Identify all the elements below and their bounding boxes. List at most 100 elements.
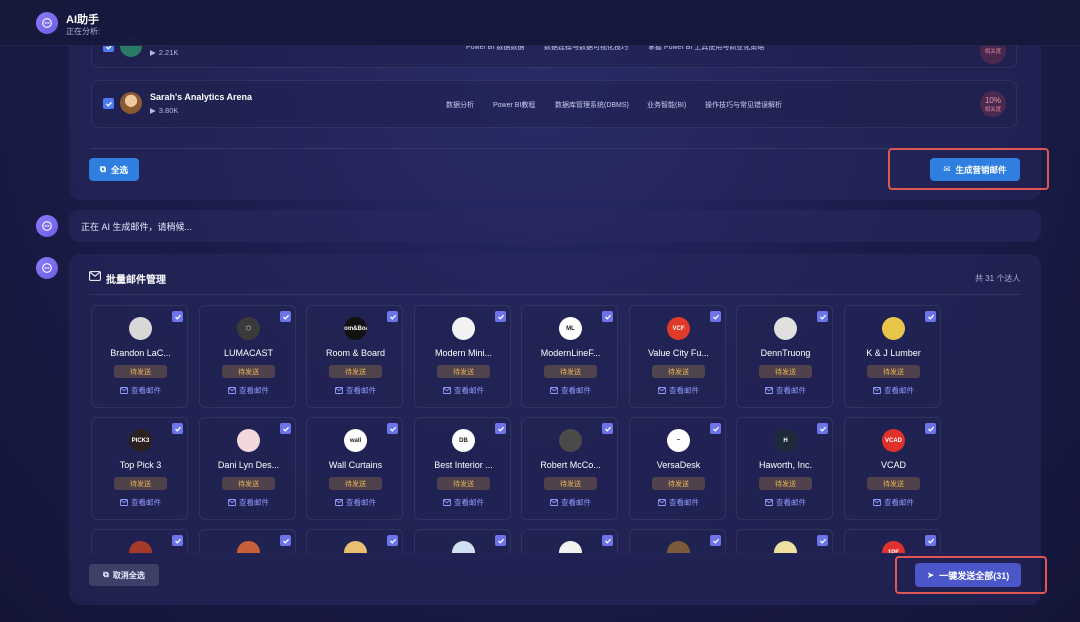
view-email-link[interactable]: 查看邮件 xyxy=(311,497,400,508)
card-checkbox[interactable] xyxy=(495,423,506,434)
card-checkbox[interactable] xyxy=(817,535,828,546)
creator-name: VersaDesk xyxy=(656,460,701,470)
card-checkbox[interactable] xyxy=(925,535,936,546)
email-card[interactable]: H Haworth, Inc. 待发送 查看邮件 xyxy=(736,417,833,520)
assistant-avatar-icon xyxy=(36,215,58,237)
email-card[interactable]: ~ VersaDesk 待发送 查看邮件 xyxy=(629,417,726,520)
status-badge: 待发送 xyxy=(759,365,812,378)
email-card[interactable]: VCAD VCAD 待发送 查看邮件 xyxy=(844,417,941,520)
card-checkbox[interactable] xyxy=(280,423,291,434)
card-checkbox[interactable] xyxy=(495,311,506,322)
relevance-score: 10% 相关度 xyxy=(980,91,1006,117)
email-card[interactable]: Robert McCo... 待发送 查看邮件 xyxy=(521,417,618,520)
email-card[interactable] xyxy=(629,529,726,553)
email-card[interactable]: DennTruong 待发送 查看邮件 xyxy=(736,305,833,408)
view-email-link[interactable]: 查看邮件 xyxy=(849,497,938,508)
view-email-link[interactable]: 查看邮件 xyxy=(526,385,615,396)
copy-icon: ⧉ xyxy=(99,164,107,174)
creator-name: Sarah's Analytics Arena xyxy=(150,92,253,102)
status-badge: 待发送 xyxy=(222,365,275,378)
email-card[interactable]: K & J Lumber 待发送查看邮件 xyxy=(844,305,941,408)
mail-icon xyxy=(443,387,451,394)
email-card[interactable] xyxy=(199,529,296,553)
card-checkbox[interactable] xyxy=(172,423,183,434)
deselect-all-button[interactable]: ⧉ 取消全选 xyxy=(89,564,159,586)
creator-name: K & J Lumber xyxy=(866,348,921,358)
view-email-link[interactable]: 查看邮件 xyxy=(204,385,293,396)
view-email-link[interactable]: 查看邮件 xyxy=(741,385,830,396)
select-all-button[interactable]: ⧉ 全选 xyxy=(89,158,139,181)
view-email-link[interactable]: 查看邮件 xyxy=(419,497,508,508)
view-email-link[interactable]: 查看邮件 xyxy=(204,497,293,508)
email-card[interactable]: DB Best Interior ... 待发送 查看邮件 xyxy=(414,417,511,520)
creator-logo xyxy=(452,541,475,553)
creator-name: ModernLineF... xyxy=(540,348,601,358)
creator-checkbox[interactable] xyxy=(103,98,114,109)
status-badge: 待发送 xyxy=(867,365,920,378)
email-card[interactable]: Dani Lyn Des... 待发送 查看邮件 xyxy=(199,417,296,520)
creator-logo xyxy=(882,317,905,340)
email-card-grid: Brandon LaC...待发送查看邮件⬡LUMACAST待发送查看邮件Roo… xyxy=(91,305,943,553)
card-checkbox[interactable] xyxy=(387,311,398,322)
creator-count: 共 31 个达人 xyxy=(975,274,1021,283)
email-card[interactable]: ML ModernLineF... 待发送 查看邮件 xyxy=(521,305,618,408)
status-badge: 待发送 xyxy=(652,365,705,378)
view-email-link[interactable]: 查看邮件 xyxy=(634,497,723,508)
email-card[interactable]: Modern Mini... 待发送 查看邮件 xyxy=(414,305,511,408)
card-checkbox[interactable] xyxy=(280,311,291,322)
card-checkbox[interactable] xyxy=(602,423,613,434)
mail-icon xyxy=(658,387,666,394)
email-card[interactable]: ⬡ LUMACAST 待发送 查看邮件 xyxy=(199,305,296,408)
card-checkbox[interactable] xyxy=(172,311,183,322)
card-checkbox[interactable] xyxy=(925,311,936,322)
creator-row[interactable]: Sarah's Analytics Arena ▶ 3.80K 数据分析 Powe… xyxy=(91,80,1017,128)
card-checkbox[interactable] xyxy=(387,535,398,546)
email-card[interactable] xyxy=(91,529,188,553)
creator-tag: Power BI教程 xyxy=(493,102,536,109)
email-card[interactable]: wall Wall Curtains 待发送 查看邮件 xyxy=(306,417,403,520)
email-card[interactable]: VCF Value City Fu... 待发送查看邮件 xyxy=(629,305,726,408)
view-email-link[interactable]: 查看邮件 xyxy=(634,385,723,396)
email-card[interactable] xyxy=(521,529,618,553)
card-checkbox[interactable] xyxy=(602,535,613,546)
email-card[interactable]: Room&Board Room & Board 待发送查看邮件 xyxy=(306,305,403,408)
creator-logo xyxy=(452,317,475,340)
email-card[interactable]: Brandon LaC... 待发送 查看邮件 xyxy=(91,305,188,408)
card-checkbox[interactable] xyxy=(925,423,936,434)
view-email-link[interactable]: 查看邮件 xyxy=(741,497,830,508)
card-checkbox[interactable] xyxy=(710,423,721,434)
mail-icon xyxy=(443,499,451,506)
card-checkbox[interactable] xyxy=(280,535,291,546)
app-header: AI助手 正在分析: xyxy=(0,0,1080,46)
card-checkbox[interactable] xyxy=(817,423,828,434)
email-card[interactable]: 1PE xyxy=(844,529,941,553)
view-email-link[interactable]: 查看邮件 xyxy=(96,497,185,508)
card-checkbox[interactable] xyxy=(710,535,721,546)
creator-name: Value City Fu... xyxy=(648,348,709,358)
email-card[interactable] xyxy=(414,529,511,553)
creator-logo: Room&Board xyxy=(344,317,367,340)
view-email-link[interactable]: 查看邮件 xyxy=(419,385,508,396)
view-email-link[interactable]: 查看邮件 xyxy=(311,385,400,396)
status-badge: 待发送 xyxy=(114,477,167,490)
creator-name: Haworth, Inc. xyxy=(758,460,813,470)
status-badge: 待发送 xyxy=(329,365,382,378)
highlight-box xyxy=(888,148,1049,190)
assistant-subtitle: 正在分析: xyxy=(66,27,101,36)
email-card[interactable]: PICK3 Top Pick 3 待发送 查看邮件 xyxy=(91,417,188,520)
card-checkbox[interactable] xyxy=(387,423,398,434)
card-checkbox[interactable] xyxy=(602,311,613,322)
creator-logo: VCF xyxy=(667,317,690,340)
card-checkbox[interactable] xyxy=(172,535,183,546)
status-message-bubble: 正在 AI 生成邮件，请稍候... xyxy=(69,210,1041,242)
view-email-link[interactable]: 查看邮件 xyxy=(526,497,615,508)
mail-icon xyxy=(873,499,881,506)
card-checkbox[interactable] xyxy=(817,311,828,322)
view-email-link[interactable]: 查看邮件 xyxy=(96,385,185,396)
creator-logo: PICK3 xyxy=(129,429,152,452)
email-card[interactable] xyxy=(736,529,833,553)
view-email-link[interactable]: 查看邮件 xyxy=(849,385,938,396)
card-checkbox[interactable] xyxy=(495,535,506,546)
email-card[interactable] xyxy=(306,529,403,553)
card-checkbox[interactable] xyxy=(710,311,721,322)
